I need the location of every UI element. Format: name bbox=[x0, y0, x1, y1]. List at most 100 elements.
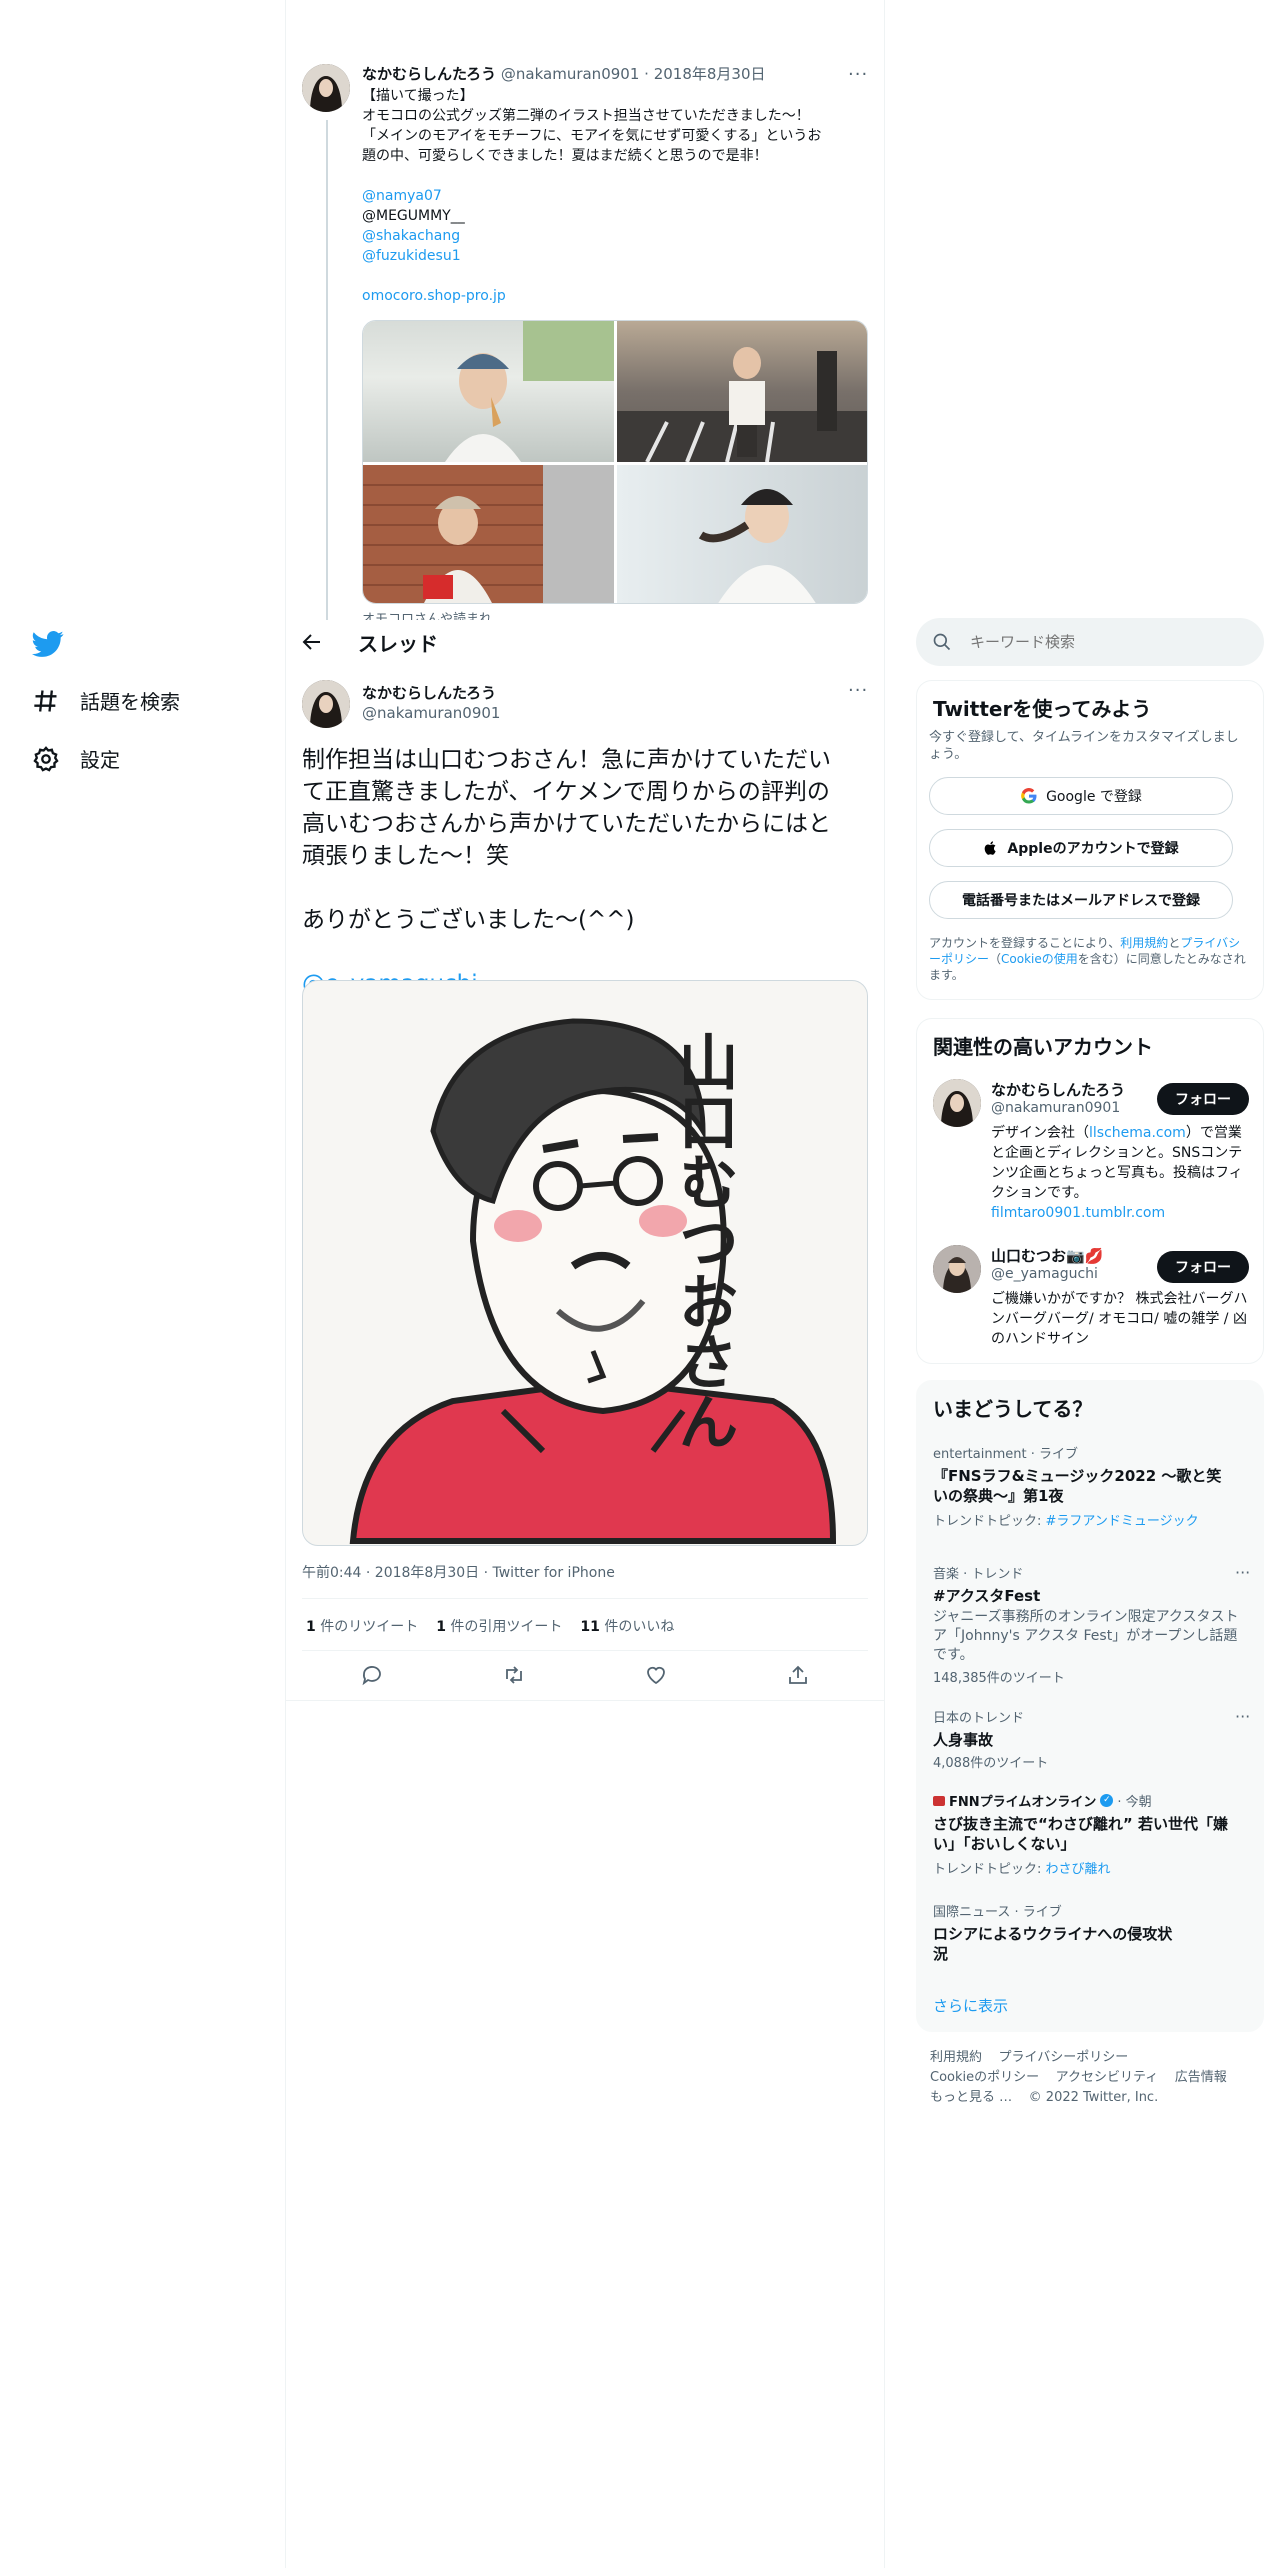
trend-title: 『FNSラフ&ミュージック2022 〜歌と笑いの祭典〜』第1夜 bbox=[933, 1467, 1222, 1505]
account-bio: デザイン会社（llschema.com）で営業と企画とディレクションと。SNSコ… bbox=[991, 1123, 1251, 1223]
trend-item[interactable]: FNNプライムオンライン ✓ · 今朝 さび抜き主流で“わさび離れ” 若い世代「… bbox=[933, 1791, 1233, 1877]
tweet-illustration[interactable]: 山口むつおさん bbox=[302, 980, 868, 1546]
thread-header: スレッド bbox=[286, 620, 884, 664]
nav-settings[interactable]: 設定 bbox=[32, 744, 120, 773]
trend-title: 人身事故 bbox=[933, 1731, 994, 1749]
stat-label: 件のリツイート bbox=[320, 1619, 419, 1635]
apple-signup-button[interactable]: Appleのアカウントで登録 bbox=[929, 829, 1233, 867]
legal-text: アカウントを登録することにより、 bbox=[929, 936, 1121, 950]
trend-title: #アクスタFest bbox=[933, 1587, 1041, 1605]
related-accounts-card: 関連性の高いアカウント なかむらしんたろう @nakamuran0901 フォロ… bbox=[916, 1018, 1264, 1364]
external-link[interactable]: omocoro.shop-pro.jp bbox=[362, 286, 870, 306]
legal-text: と bbox=[1168, 936, 1181, 950]
tweet-line: ありがとうございました〜(^^) bbox=[302, 907, 635, 933]
arrow-left-icon[interactable] bbox=[300, 630, 324, 654]
bio-link[interactable]: llschema.com bbox=[1089, 1125, 1186, 1141]
terms-link[interactable]: 利用規約 bbox=[1120, 936, 1168, 950]
trend-meta: 国際ニュース · ライブ bbox=[933, 1905, 1062, 1920]
tweet-line: て正直驚きましたが、イケメンで周りからの評判の bbox=[302, 779, 830, 805]
google-signup-button[interactable]: Google で登録 bbox=[929, 777, 1233, 815]
footer-link[interactable]: アクセシビリティ bbox=[1056, 2070, 1159, 2085]
google-icon bbox=[1021, 788, 1037, 804]
follow-button[interactable]: フォロー bbox=[1157, 1083, 1249, 1115]
mention-link[interactable]: @fuzukidesu1 bbox=[362, 246, 870, 266]
phone-email-signup-button[interactable]: 電話番号またはメールアドレスで登録 bbox=[929, 881, 1233, 919]
account-name-text: 山口むつお bbox=[991, 1247, 1067, 1265]
more-options-icon[interactable]: ··· bbox=[1235, 1707, 1250, 1726]
photo-1[interactable] bbox=[363, 321, 614, 462]
avatar[interactable] bbox=[933, 1245, 981, 1293]
related-title: 関連性の高いアカウント bbox=[933, 1035, 1153, 1059]
tweet-text: 制作担当は山口むつおさん！急に声かけていただい て正直驚きましたが、イケメンで周… bbox=[302, 744, 868, 1000]
more-options-icon[interactable]: ··· bbox=[848, 680, 868, 701]
trends-card: いまどうしてる？ entertainment · ライブ 『FNSラフ&ミュージ… bbox=[916, 1380, 1264, 2032]
cookie-link[interactable]: Cookieの使用 bbox=[1001, 952, 1078, 966]
footer-link[interactable]: プライバシーポリシー bbox=[999, 2050, 1129, 2065]
footer-link[interactable]: 利用規約 bbox=[930, 2050, 982, 2065]
trend-item[interactable]: 国際ニュース · ライブ ロシアによるウクライナへの侵攻状況 bbox=[933, 1901, 1173, 1964]
account-handle[interactable]: @nakamuran0901 bbox=[991, 1100, 1120, 1116]
footer-link[interactable]: Cookieのポリシー bbox=[930, 2070, 1039, 2085]
reply-icon[interactable] bbox=[360, 1663, 384, 1687]
parent-line: 題の中、可愛らしくできました！夏はまだ続くと思うので是非！ bbox=[362, 148, 768, 164]
more-options-icon[interactable]: ··· bbox=[1235, 1563, 1250, 1582]
parent-date[interactable]: 2018年8月30日 bbox=[654, 65, 766, 83]
account-name-emoji: 📷💋 bbox=[1066, 1247, 1104, 1265]
signup-legal: アカウントを登録することにより、利用規約とプライバシーポリシー（Cookieの使… bbox=[929, 935, 1251, 983]
account-bio: ご機嫌いかがですか？ 株式会社バーグハンバーグバーグ/ オモコロ/ 嘘の雑学 /… bbox=[991, 1291, 1248, 1347]
copyright: © 2022 Twitter, Inc. bbox=[1028, 2090, 1159, 2105]
follow-button[interactable]: フォロー bbox=[1157, 1251, 1249, 1283]
account-name[interactable]: なかむらしんたろう bbox=[991, 1079, 1125, 1100]
parent-tweet-text: 【描いて撮った】 オモコロの公式グッズ第二弾のイラスト担当させていただきました〜… bbox=[362, 86, 870, 306]
trend-item[interactable]: 音楽 · トレンド #アクスタFest ジャニーズ事務所のオンライン限定アクスタ… bbox=[933, 1563, 1251, 1686]
trend-topic-link[interactable]: #ラフアンドミュージック bbox=[1046, 1514, 1199, 1529]
bio-url-link[interactable]: filmtaro0901.tumblr.com bbox=[991, 1205, 1165, 1221]
trend-topic-label: トレンドトピック: bbox=[933, 1862, 1046, 1877]
account-handle[interactable]: @e_yamaguchi bbox=[991, 1266, 1098, 1282]
footer-link[interactable]: 広告情報 bbox=[1175, 2070, 1227, 2085]
account-name[interactable]: 山口むつお📷💋 bbox=[991, 1245, 1103, 1266]
twitter-logo-icon[interactable] bbox=[32, 628, 64, 660]
quote-stat[interactable]: 1 件の引用ツイート bbox=[436, 1616, 562, 1636]
tweet-timestamp[interactable]: 午前0:44 · 2018年8月30日 · Twitter for iPhone bbox=[302, 1562, 615, 1582]
trend-meta: 音楽 · トレンド bbox=[933, 1567, 1024, 1582]
parent-line: 「メインのモアイをモチーフに、モアイを気にせず可愛くする」というお bbox=[362, 128, 822, 144]
trend-topic-label: トレンドトピック: bbox=[933, 1514, 1046, 1529]
footer-link[interactable]: もっと見る … bbox=[930, 2090, 1012, 2105]
photo-3[interactable] bbox=[363, 465, 614, 603]
show-more-link[interactable]: さらに表示 bbox=[933, 1995, 1008, 2016]
retweet-stat[interactable]: 1 件のリツイート bbox=[306, 1616, 418, 1636]
nav-explore[interactable]: 話題を検索 bbox=[32, 686, 180, 715]
trend-topic-link[interactable]: わさび離れ bbox=[1046, 1862, 1111, 1877]
parent-handle[interactable]: @nakamuran0901 bbox=[501, 65, 639, 83]
mention-link[interactable]: @shakachang bbox=[362, 226, 870, 246]
mention-link[interactable]: @namya07 bbox=[362, 186, 870, 206]
avatar[interactable] bbox=[933, 1079, 981, 1127]
phone-signup-label: 電話番号またはメールアドレスで登録 bbox=[962, 893, 1200, 909]
avatar[interactable] bbox=[302, 64, 350, 112]
photo-4[interactable] bbox=[617, 465, 867, 603]
thread-connector-line bbox=[326, 120, 328, 620]
news-source-icon bbox=[933, 1795, 945, 1806]
parent-display-name[interactable]: なかむらしんたろう bbox=[362, 65, 496, 83]
trend-item[interactable]: 日本のトレンド 人身事故 4,088件のツイート bbox=[933, 1707, 1233, 1771]
trend-count: 148,385件のツイート bbox=[933, 1671, 1065, 1686]
author-display-name[interactable]: なかむらしんたろう bbox=[362, 682, 496, 703]
heart-icon[interactable] bbox=[644, 1663, 668, 1687]
avatar[interactable] bbox=[302, 680, 350, 728]
nav-settings-label: 設定 bbox=[80, 748, 120, 772]
author-handle[interactable]: @nakamuran0901 bbox=[362, 704, 500, 722]
like-stat[interactable]: 11 件のいいね bbox=[580, 1616, 674, 1636]
tweet-line: 制作担当は山口むつおさん！急に声かけていただい bbox=[302, 747, 831, 773]
news-time: · 今朝 bbox=[1117, 1795, 1152, 1810]
signup-card: Twitterを使ってみよう 今すぐ登録して、タイムラインをカスタマイズしましょ… bbox=[916, 680, 1264, 1000]
photo-2[interactable] bbox=[617, 321, 867, 462]
share-icon[interactable] bbox=[786, 1663, 810, 1687]
search-input[interactable] bbox=[970, 633, 1230, 651]
trend-desc: ジャニーズ事務所のオンライン限定アクスタストア「Johnny's アクスタ Fe… bbox=[933, 1609, 1239, 1663]
search-box[interactable] bbox=[916, 618, 1264, 666]
trend-item[interactable]: entertainment · ライブ 『FNSラフ&ミュージック2022 〜歌… bbox=[933, 1443, 1233, 1529]
more-options-icon[interactable]: ··· bbox=[848, 64, 868, 85]
retweet-icon[interactable] bbox=[502, 1663, 526, 1687]
stat-count: 1 bbox=[306, 1619, 316, 1635]
